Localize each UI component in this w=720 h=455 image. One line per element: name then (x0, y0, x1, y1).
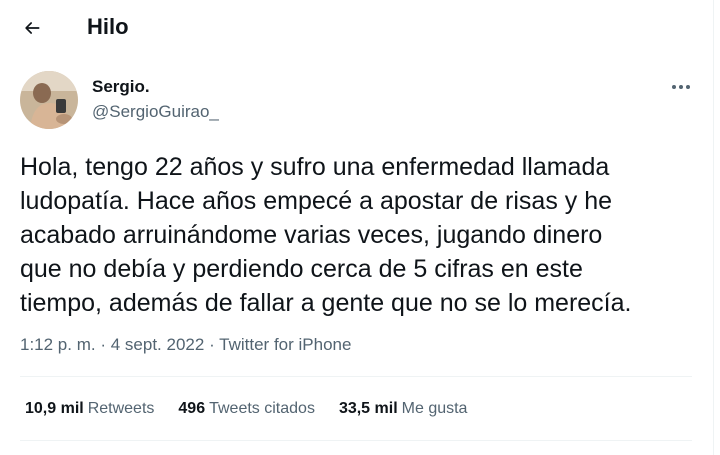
quote-tweets-stat[interactable]: 496 Tweets citados (178, 398, 315, 420)
divider (20, 440, 692, 441)
retweets-stat[interactable]: 10,9 mil Retweets (25, 398, 154, 420)
tweet-text-line: ludopatía. Hace años empecé a apostar de… (20, 187, 613, 215)
page-title: Hilo (87, 14, 129, 39)
tweet-date[interactable]: 4 sept. 2022 (111, 335, 205, 354)
quote-tweets-count: 496 (178, 400, 206, 417)
likes-count: 33,5 mil (338, 400, 398, 417)
tweet-text: Hola, tengo 22 años y sufro una enfermed… (20, 150, 700, 320)
tweet-text-line: tiempo, además de fallar a gente que no … (20, 289, 632, 317)
more-options-button[interactable] (664, 76, 698, 98)
author-name[interactable]: Sergio. (92, 76, 150, 98)
avatar-image (20, 71, 78, 129)
retweets-label: Retweets (87, 400, 155, 417)
tweet-metadata: 1:12 p. m. · 4 sept. 2022 · Twitter for … (20, 334, 351, 356)
tweet-text-line: Hola, tengo 22 años y sufro una enfermed… (20, 153, 610, 181)
tweet-text-line: acabado arruinándome varias veces, jugan… (20, 221, 603, 249)
page-header: Hilo (0, 0, 714, 54)
avatar[interactable] (20, 71, 78, 129)
more-horizontal-icon (672, 85, 690, 89)
tweet-text-line: que no debía y perdiendo cerca de 5 cifr… (20, 255, 583, 283)
column-border (713, 0, 714, 455)
likes-label: Me gusta (401, 400, 468, 417)
tweet-source[interactable]: Twitter for iPhone (219, 335, 351, 354)
meta-separator: · (209, 335, 215, 354)
retweets-count: 10,9 mil (25, 400, 84, 417)
arrow-left-icon (25, 22, 40, 34)
meta-separator: · (100, 335, 107, 354)
author-handle[interactable]: @SergioGuirao_ (92, 101, 219, 123)
quote-tweets-label: Tweets citados (209, 400, 315, 417)
tweet-time[interactable]: 1:12 p. m. (20, 335, 96, 354)
likes-stat[interactable]: 33,5 mil Me gusta (339, 398, 468, 420)
back-button[interactable] (14, 10, 50, 46)
divider (20, 376, 692, 377)
tweet-stats: 10,9 mil Retweets 496 Tweets citados 33,5 … (25, 398, 491, 420)
